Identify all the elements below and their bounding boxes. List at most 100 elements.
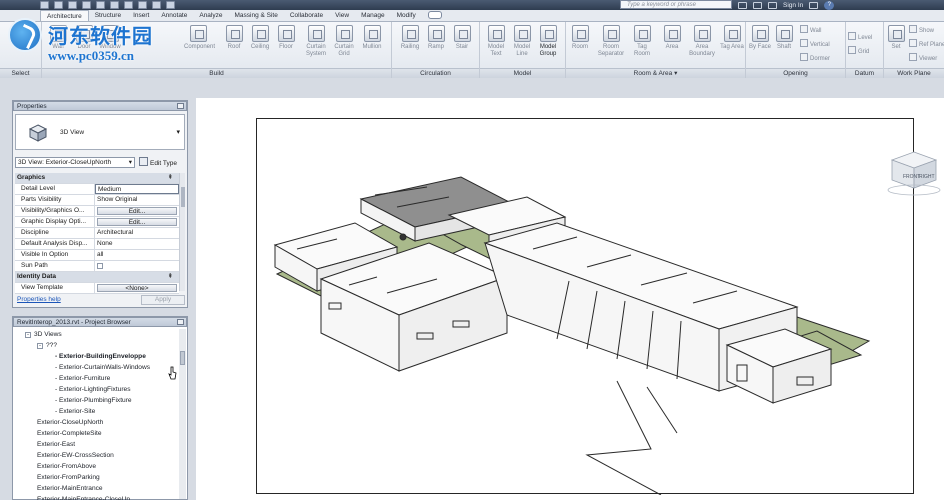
railing-button[interactable]: Railing xyxy=(398,25,422,51)
browser-tree-item[interactable]: - Exterior-PlumbingFixture xyxy=(55,395,132,406)
close-icon[interactable] xyxy=(177,319,184,325)
browser-tree-item[interactable]: Exterior-EW-CrossSection xyxy=(37,450,114,461)
subscription-icon[interactable] xyxy=(753,1,762,9)
apply-button[interactable]: Apply xyxy=(141,295,185,305)
help-search-input[interactable]: Type a keyword or phrase xyxy=(620,0,732,9)
area-boundary-button[interactable]: Area Boundary xyxy=(686,25,718,58)
stair-button[interactable]: Stair xyxy=(450,25,474,51)
by-face-button[interactable]: By Face xyxy=(748,25,772,51)
panel-label-work-plane[interactable]: Work Plane xyxy=(884,68,944,78)
panel-label-opening[interactable]: Opening xyxy=(746,68,845,78)
tag-area-button[interactable]: Tag Area xyxy=(720,25,744,51)
level-button[interactable]: Level xyxy=(848,32,872,43)
set-work-plane-button[interactable]: Set xyxy=(884,25,908,51)
panel-label-build[interactable]: Build xyxy=(42,68,391,78)
property-value[interactable]: Architectural xyxy=(95,228,179,238)
tag-room-button[interactable]: Tag Room xyxy=(630,25,654,58)
browser-tree-item[interactable]: Exterior-FromAbove xyxy=(37,461,96,472)
viewcube-right-label[interactable]: RIGHT xyxy=(919,174,935,180)
panel-label-datum[interactable]: Datum xyxy=(846,68,883,78)
type-selector[interactable]: 3D View ▾ xyxy=(15,114,185,150)
panel-label-select[interactable]: Select xyxy=(0,68,41,78)
building-model[interactable] xyxy=(257,119,915,495)
curtain-system-button[interactable]: Curtain System xyxy=(304,25,328,58)
property-value[interactable]: Show Original xyxy=(95,195,179,205)
browser-tree-item[interactable]: - Exterior-LightingFixtures xyxy=(55,384,131,395)
dormer-opening-button[interactable]: Dormer xyxy=(800,53,830,64)
browser-tree-item[interactable]: - Exterior-CurtainWalls-Windows xyxy=(55,362,150,373)
wall-opening-button[interactable]: Wall xyxy=(800,25,821,36)
tab-modify[interactable]: Modify xyxy=(391,10,422,21)
show-work-plane-button[interactable]: Show xyxy=(909,25,934,36)
project-browser-scrollbar[interactable] xyxy=(179,329,186,499)
viewcube-front-label[interactable]: FRONT xyxy=(903,174,920,180)
view-crop-region[interactable] xyxy=(256,118,915,495)
grid-button[interactable]: Grid xyxy=(848,46,869,57)
browser-tree-item[interactable]: - Exterior-Site xyxy=(55,406,95,417)
browser-tree-item[interactable]: Exterior-East xyxy=(37,439,75,450)
model-group-button[interactable]: Model Group xyxy=(536,25,560,58)
tree-collapse-icon[interactable]: - xyxy=(37,343,43,349)
help-icon[interactable]: ? xyxy=(824,0,835,10)
viewer-button[interactable]: Viewer xyxy=(909,53,937,64)
edit-graphic-display-button[interactable]: Edit... xyxy=(97,218,177,226)
project-browser-header[interactable]: RevitInterop_2013.rvt - Project Browser xyxy=(13,317,187,327)
edit-type-button[interactable]: Edit Type xyxy=(139,157,187,168)
ref-plane-button[interactable]: Ref Plane xyxy=(909,39,944,50)
browser-tree-item[interactable]: -??? xyxy=(37,340,57,351)
panel-label-circulation[interactable]: Circulation xyxy=(392,68,479,78)
view-template-button[interactable]: <None> xyxy=(97,284,177,292)
exchange-icon[interactable] xyxy=(809,1,819,9)
scroll-thumb[interactable] xyxy=(180,351,185,365)
curtain-grid-button[interactable]: Curtain Grid xyxy=(332,25,356,58)
panel-label-room-area[interactable]: Room & Area ▾ xyxy=(566,68,745,78)
roof-button[interactable]: Roof xyxy=(222,25,246,51)
thin-lines-icon[interactable] xyxy=(166,1,175,9)
sun-path-checkbox[interactable] xyxy=(97,263,103,269)
ramp-button[interactable]: Ramp xyxy=(424,25,448,51)
close-icon[interactable] xyxy=(177,103,184,109)
3d-view-icon[interactable] xyxy=(138,1,147,9)
browser-tree-item[interactable]: Exterior-MainEntrance-CloseUp xyxy=(37,494,130,500)
property-value[interactable]: Medium xyxy=(95,184,179,194)
print-icon[interactable] xyxy=(96,1,105,9)
browser-tree-item[interactable]: - Exterior-BuildingEnveloppe xyxy=(55,351,146,362)
edit-visibility-button[interactable]: Edit... xyxy=(97,207,177,215)
property-value[interactable]: None xyxy=(95,239,179,249)
tab-collaborate[interactable]: Collaborate xyxy=(284,10,329,21)
binoculars-icon[interactable] xyxy=(738,1,747,9)
property-value[interactable]: all xyxy=(95,250,179,260)
3d-view-canvas[interactable]: FRONT RIGHT xyxy=(196,98,944,500)
model-text-button[interactable]: Model Text xyxy=(484,25,508,58)
scroll-thumb[interactable] xyxy=(181,187,185,207)
tree-collapse-icon[interactable]: - xyxy=(25,332,31,338)
area-button[interactable]: Area xyxy=(660,25,684,51)
panel-label-model[interactable]: Model xyxy=(480,68,565,78)
browser-tree-item[interactable]: - Exterior-Furniture xyxy=(55,373,110,384)
properties-header[interactable]: Properties xyxy=(13,101,187,111)
section-icon[interactable] xyxy=(152,1,161,9)
ceiling-button[interactable]: Ceiling xyxy=(248,25,272,51)
properties-help-link[interactable]: Properties help xyxy=(17,296,61,303)
model-line-button[interactable]: Model Line xyxy=(510,25,534,58)
properties-scrollbar[interactable] xyxy=(179,173,185,291)
ribbon-minimize-toggle[interactable] xyxy=(427,11,442,19)
browser-tree-item[interactable]: Exterior-CloseUpNorth xyxy=(37,417,103,428)
tab-massing-site[interactable]: Massing & Site xyxy=(228,10,283,21)
save-icon[interactable] xyxy=(54,1,63,9)
group-graphics[interactable]: Graphics ⇞ xyxy=(15,173,179,184)
vertical-opening-button[interactable]: Vertical xyxy=(800,39,830,50)
browser-tree-item[interactable]: -3D Views xyxy=(25,329,62,340)
undo-icon[interactable] xyxy=(68,1,77,9)
shaft-button[interactable]: Shaft xyxy=(772,25,796,51)
tab-view[interactable]: View xyxy=(329,10,355,21)
tab-manage[interactable]: Manage xyxy=(355,10,391,21)
measure-icon[interactable] xyxy=(110,1,119,9)
group-identity-data[interactable]: Identity Data ⇞ xyxy=(15,272,179,283)
sign-in-link[interactable]: Sign In xyxy=(783,2,803,9)
user-icon[interactable] xyxy=(768,1,777,9)
mullion-button[interactable]: Mullion xyxy=(360,25,384,51)
text-icon[interactable] xyxy=(124,1,133,9)
room-button[interactable]: Room xyxy=(568,25,592,51)
redo-icon[interactable] xyxy=(82,1,91,9)
